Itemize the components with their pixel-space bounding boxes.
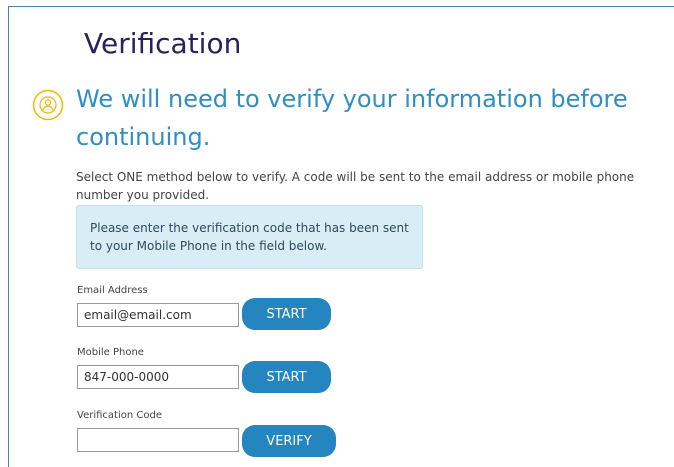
verification-headline: We will need to verify your information …: [76, 85, 628, 151]
instructions-text: Select ONE method below to verify. A cod…: [76, 170, 635, 202]
mobile-phone-label: Mobile Phone: [77, 347, 144, 358]
info-notice: Please enter the verification code that …: [76, 205, 423, 269]
verification-code-input[interactable]: [77, 428, 239, 452]
phone-start-button[interactable]: START: [242, 361, 331, 393]
email-label: Email Address: [77, 285, 148, 296]
user-circle-icon: [32, 89, 64, 121]
verification-panel: Verification We will need to verify your…: [8, 6, 674, 467]
verify-button[interactable]: VERIFY: [242, 425, 336, 457]
email-start-button[interactable]: START: [242, 298, 331, 330]
verification-code-label: Verification Code: [77, 410, 162, 421]
mobile-phone-input[interactable]: [77, 365, 239, 389]
page-title: Verification: [84, 27, 242, 60]
email-input[interactable]: [77, 303, 239, 327]
